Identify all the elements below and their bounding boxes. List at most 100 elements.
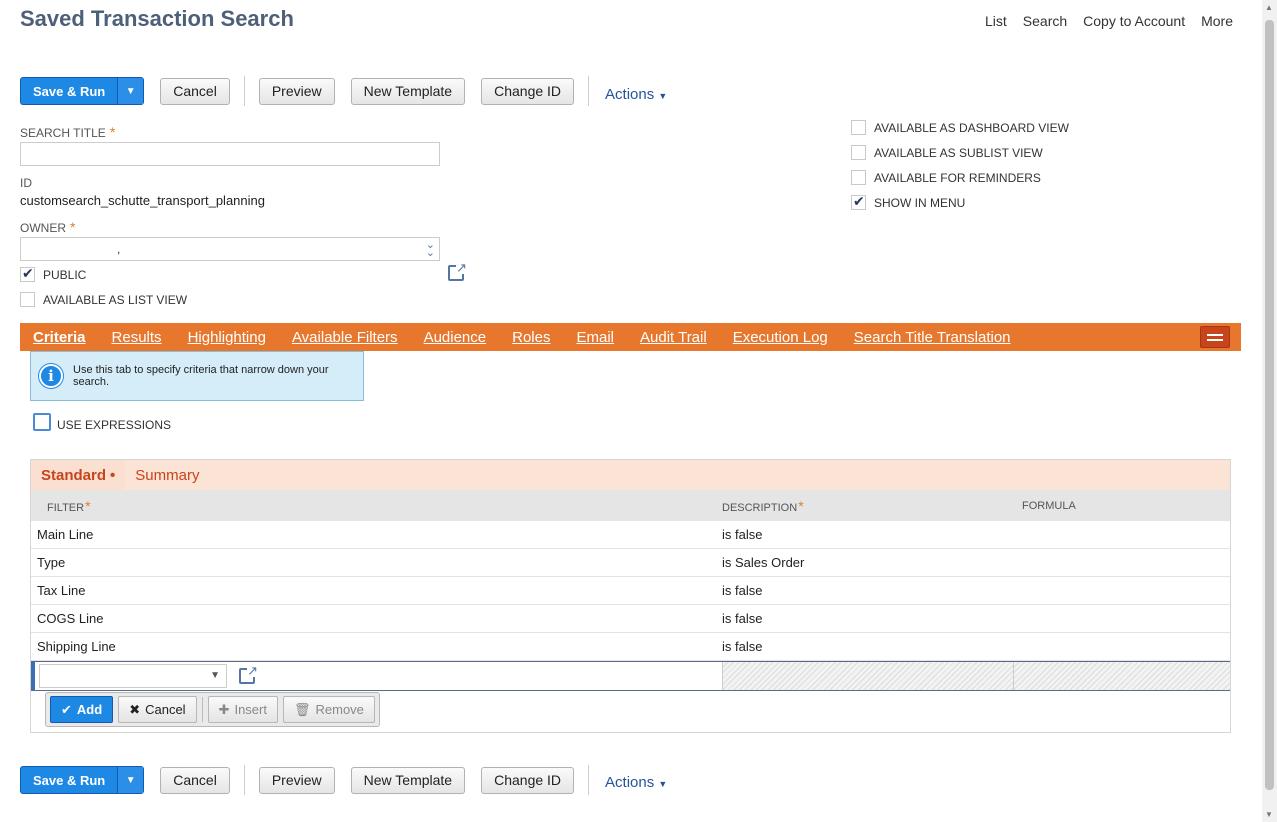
nav-more-link[interactable]: More (1201, 13, 1233, 29)
sublist-tabs: Standard • Summary (31, 460, 1230, 490)
tab-search-title-translation[interactable]: Search Title Translation (854, 329, 1011, 346)
check-icon: ✔ (61, 701, 72, 717)
formula-edit-cell[interactable] (1013, 662, 1230, 690)
filter-cell: Type (37, 555, 66, 570)
tab-criteria[interactable]: Criteria (33, 329, 86, 346)
table-row[interactable]: Tax Line is false (31, 577, 1230, 605)
info-icon: i (39, 364, 63, 388)
filter-select[interactable] (39, 664, 227, 688)
actions-menu[interactable]: Actions ▼ (605, 774, 667, 791)
cancel-button[interactable]: Cancel (160, 77, 230, 105)
description-edit-cell[interactable] (722, 662, 1013, 690)
subtab-summary[interactable]: Summary (125, 460, 210, 490)
use-expressions-row: USE EXPRESSIONS (33, 412, 171, 432)
reminders-checkbox[interactable] (851, 170, 866, 185)
tab-roles[interactable]: Roles (512, 329, 550, 346)
nav-copy-to-account-link[interactable]: Copy to Account (1083, 13, 1185, 29)
tab-menu-icon[interactable] (1200, 326, 1230, 348)
top-toolbar: Save & Run ▼ Cancel Preview New Template… (20, 76, 667, 106)
info-box: i Use this tab to specify criteria that … (30, 351, 364, 401)
new-template-button[interactable]: New Template (350, 766, 466, 794)
divider (588, 76, 590, 106)
sublist-view-label: AVAILABLE AS SUBLIST VIEW (874, 145, 1043, 160)
change-id-button[interactable]: Change ID (481, 766, 575, 794)
preview-button[interactable]: Preview (258, 77, 335, 105)
id-value: customsearch_schutte_transport_planning (20, 193, 265, 208)
chevron-down-icon[interactable]: ▼ (118, 767, 144, 793)
chevron-down-icon[interactable]: ▼ (118, 78, 144, 104)
scrollbar[interactable]: ▲ ▼ (1262, 0, 1277, 822)
description-column-header: DESCRIPTION* (722, 497, 804, 514)
scroll-thumb[interactable] (1265, 20, 1274, 790)
tab-results[interactable]: Results (112, 329, 162, 346)
top-nav: List Search Copy to Account More (985, 13, 1233, 29)
double-chevron-down-icon[interactable]: ⌄ ⌄ (426, 240, 435, 259)
save-run-button[interactable]: Save & Run ▼ (20, 766, 145, 794)
filter-cell: Tax Line (37, 583, 86, 598)
table-row[interactable]: Main Line is false (31, 521, 1230, 549)
tab-audience[interactable]: Audience (424, 329, 487, 346)
plus-icon: ✚ (218, 701, 230, 717)
change-id-button[interactable]: Change ID (481, 77, 575, 105)
open-external-icon[interactable] (239, 664, 258, 684)
tab-highlighting[interactable]: Highlighting (188, 329, 266, 346)
actions-menu[interactable]: Actions ▼ (605, 86, 667, 103)
preview-button[interactable]: Preview (258, 766, 335, 794)
owner-select[interactable]: , ⌄ ⌄ (20, 237, 440, 261)
tab-execution-log[interactable]: Execution Log (733, 329, 828, 346)
table-row[interactable]: Shipping Line is false (31, 633, 1230, 661)
public-checkbox[interactable] (20, 265, 35, 282)
list-view-checkbox[interactable] (20, 292, 35, 307)
table-row[interactable]: Type is Sales Order (31, 549, 1230, 577)
search-title-input[interactable] (20, 142, 440, 166)
add-line-button[interactable]: ✔ Add (50, 696, 114, 723)
list-view-label: AVAILABLE AS LIST VIEW (43, 292, 188, 307)
use-expressions-checkbox[interactable] (33, 413, 51, 431)
filter-cell: Main Line (37, 527, 94, 542)
save-run-label[interactable]: Save & Run (21, 78, 119, 104)
show-in-menu-option: SHOW IN MENU (851, 193, 965, 210)
cancel-line-button[interactable]: ✖ Cancel (118, 696, 197, 723)
show-in-menu-checkbox[interactable] (851, 193, 866, 210)
remove-line-button[interactable]: 🗑 Remove (282, 696, 375, 723)
bottom-toolbar: Save & Run ▼ Cancel Preview New Template… (20, 765, 667, 795)
tab-available-filters[interactable]: Available Filters (292, 329, 398, 346)
tab-audit-trail[interactable]: Audit Trail (640, 329, 707, 346)
dashboard-view-checkbox[interactable] (851, 120, 866, 135)
reminders-option: AVAILABLE FOR REMINDERS (851, 170, 1041, 185)
filter-cell: Shipping Line (37, 639, 116, 654)
caret-down-icon: ▼ (658, 778, 668, 789)
use-expressions-label: USE EXPRESSIONS (57, 418, 172, 432)
scroll-up-icon[interactable]: ▲ (1265, 3, 1273, 12)
subtab-standard[interactable]: Standard • (31, 460, 126, 490)
description-cell: is false (722, 583, 763, 598)
description-cell: is Sales Order (722, 555, 805, 570)
criteria-sublist: Standard • Summary FILTER* DESCRIPTION* F… (30, 459, 1231, 733)
open-external-icon[interactable] (448, 261, 467, 281)
save-run-button[interactable]: Save & Run ▼ (20, 77, 145, 105)
list-view-checkbox-row: AVAILABLE AS LIST VIEW (20, 292, 187, 307)
nav-search-link[interactable]: Search (1023, 13, 1067, 29)
divider (243, 76, 245, 106)
id-label: ID (20, 176, 32, 190)
save-run-label[interactable]: Save & Run (21, 767, 119, 793)
new-template-button[interactable]: New Template (350, 77, 466, 105)
actions-label: Actions (605, 85, 655, 103)
divider (588, 765, 590, 795)
table-row[interactable]: COGS Line is false (31, 605, 1230, 633)
filter-cell: COGS Line (37, 611, 104, 626)
divider (243, 765, 245, 795)
tab-email[interactable]: Email (576, 329, 614, 346)
owner-value: , (117, 242, 121, 256)
filter-edit-cell (35, 662, 722, 690)
scroll-down-icon[interactable]: ▼ (1265, 810, 1273, 819)
active-dot: • (110, 466, 116, 484)
cancel-button[interactable]: Cancel (160, 766, 230, 794)
divider (201, 697, 203, 722)
actions-label: Actions (605, 773, 655, 791)
insert-line-button[interactable]: ✚ Insert (207, 696, 278, 723)
nav-list-link[interactable]: List (985, 13, 1007, 29)
tab-bar: Criteria Results Highlighting Available … (20, 323, 1241, 351)
page-title: Saved Transaction Search (20, 6, 294, 31)
sublist-view-checkbox[interactable] (851, 145, 866, 160)
